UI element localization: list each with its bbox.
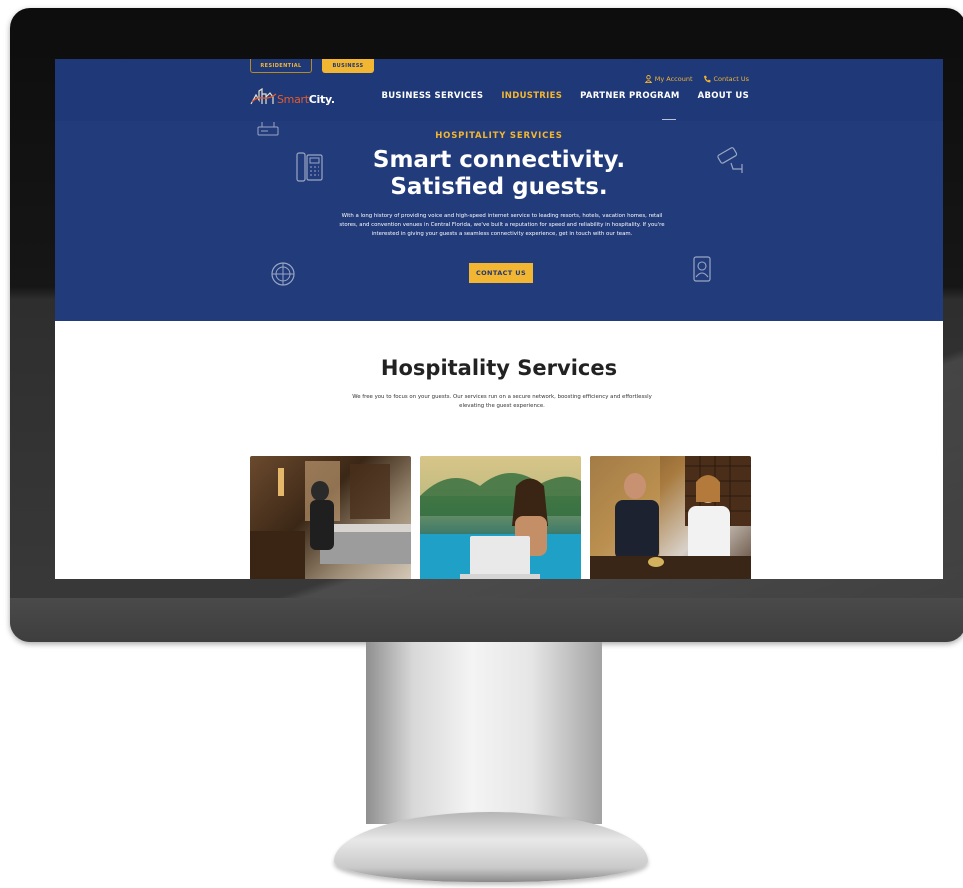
poolside-laptop-photo bbox=[420, 456, 581, 579]
nav-business-services[interactable]: BUSINESS SERVICES bbox=[381, 91, 483, 101]
hero-section: RESIDENTIAL BUSINESS Smart City. My Accou… bbox=[55, 59, 943, 321]
logo-text-city: City. bbox=[308, 93, 335, 106]
globe-icon bbox=[271, 262, 295, 286]
hero-title-line-2: Satisfied guests. bbox=[390, 174, 608, 200]
nav-industries[interactable]: INDUSTRIES bbox=[501, 91, 562, 101]
hotel-room-card[interactable] bbox=[250, 456, 411, 579]
logo-text-smart: Smart bbox=[277, 93, 309, 106]
services-title: Hospitality Services bbox=[380, 356, 618, 380]
monitor-chin bbox=[10, 598, 963, 642]
contact-us-link[interactable]: Contact Us bbox=[703, 75, 750, 83]
nav-partner-program[interactable]: PARTNER PROGRAM bbox=[580, 91, 679, 101]
smartcity-logo[interactable]: Smart City. bbox=[250, 86, 335, 106]
phone-handset-icon bbox=[703, 75, 711, 83]
hotel-front-desk-photo bbox=[590, 456, 751, 579]
hero-body-text: With a long history of providing voice a… bbox=[339, 213, 665, 237]
main-nav: BUSINESS SERVICES INDUSTRIES PARTNER PRO… bbox=[381, 91, 749, 101]
site-header: RESIDENTIAL BUSINESS Smart City. My Accou… bbox=[55, 59, 943, 121]
my-account-link[interactable]: My Account bbox=[644, 75, 693, 83]
my-account-label: My Account bbox=[654, 75, 693, 83]
nav-about-us[interactable]: ABOUT US bbox=[698, 91, 749, 101]
contact-us-button[interactable]: CONTACT US bbox=[469, 263, 533, 283]
hero-title-line-1: Smart connectivity. bbox=[372, 147, 626, 173]
services-subtitle: We free you to focus on your guests. Our… bbox=[352, 394, 652, 409]
person-badge-icon bbox=[693, 256, 711, 282]
poolside-card[interactable] bbox=[420, 456, 581, 579]
hotel-room-photo bbox=[250, 461, 411, 579]
monitor-screen: RESIDENTIAL BUSINESS Smart City. My Accou… bbox=[55, 59, 943, 579]
business-toggle[interactable]: BUSINESS bbox=[322, 59, 374, 73]
user-icon bbox=[644, 75, 652, 83]
monitor-stand-neck bbox=[366, 642, 602, 824]
residential-toggle[interactable]: RESIDENTIAL bbox=[250, 59, 312, 73]
nav-underline bbox=[662, 119, 676, 120]
skyline-logo-icon bbox=[250, 87, 277, 105]
front-desk-card[interactable] bbox=[590, 456, 751, 579]
utility-links: My Account Contact Us bbox=[644, 75, 750, 83]
contact-us-label: Contact Us bbox=[713, 75, 750, 83]
hero-title: Smart connectivity. Satisfied guests. bbox=[55, 147, 943, 201]
hero-eyebrow: HOSPITALITY SERVICES bbox=[435, 131, 563, 141]
